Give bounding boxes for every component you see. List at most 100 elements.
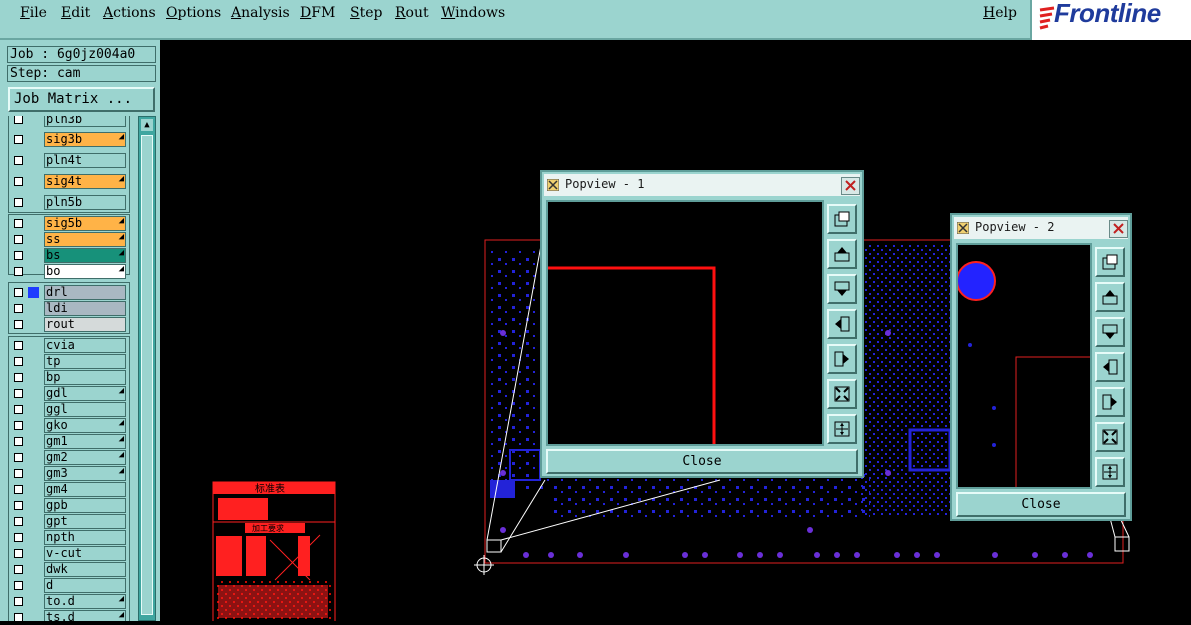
pan-down-button[interactable] bbox=[827, 274, 857, 304]
menu-dfm[interactable]: DFM bbox=[300, 5, 335, 21]
layer-row[interactable]: sig3b ◢ bbox=[8, 132, 130, 148]
layer-list-scrollbar[interactable]: ▲ bbox=[138, 116, 156, 621]
layer-row[interactable]: pln3b bbox=[8, 116, 130, 128]
layer-row[interactable]: dwk bbox=[8, 562, 130, 578]
layer-name[interactable]: gm1 bbox=[44, 434, 126, 449]
layer-name[interactable]: gko bbox=[44, 418, 126, 433]
layer-name[interactable]: tp bbox=[44, 354, 126, 369]
layer-row[interactable]: bo ◢ bbox=[8, 264, 130, 280]
layer-checkbox[interactable] bbox=[14, 453, 23, 462]
layer-row[interactable]: gm2 ◢ bbox=[8, 450, 130, 466]
menu-edit[interactable]: Edit bbox=[61, 5, 90, 21]
pan-up-button[interactable] bbox=[827, 239, 857, 269]
layer-checkbox[interactable] bbox=[14, 116, 23, 124]
layer-row[interactable]: bs ◢ bbox=[8, 248, 130, 264]
menu-options[interactable]: Options bbox=[166, 5, 221, 21]
layer-row[interactable]: ts.d ◢ bbox=[8, 610, 130, 621]
layer-checkbox[interactable] bbox=[14, 421, 23, 430]
layer-checkbox[interactable] bbox=[14, 341, 23, 350]
zoom-in-button[interactable] bbox=[827, 379, 857, 409]
layer-checkbox[interactable] bbox=[14, 437, 23, 446]
menu-windows[interactable]: Windows bbox=[441, 5, 505, 21]
layer-row[interactable]: rout bbox=[8, 317, 130, 333]
layer-name[interactable]: gpb bbox=[44, 498, 126, 513]
layer-row[interactable]: gm1 ◢ bbox=[8, 434, 130, 450]
layer-row[interactable]: to.d ◢ bbox=[8, 594, 130, 610]
popview-1-titlebar[interactable]: Popview - 1 bbox=[544, 174, 860, 196]
menu-step[interactable]: Step bbox=[350, 5, 382, 21]
layer-name[interactable]: ss bbox=[44, 232, 126, 247]
layer-row[interactable]: gm4 bbox=[8, 482, 130, 498]
layer-name[interactable]: gdl bbox=[44, 386, 126, 401]
layer-name[interactable]: gm3 bbox=[44, 466, 126, 481]
popview-2-viewport[interactable] bbox=[956, 243, 1092, 489]
layer-name[interactable]: drl bbox=[44, 285, 126, 300]
layer-row[interactable]: gm3 ◢ bbox=[8, 466, 130, 482]
layer-checkbox[interactable] bbox=[14, 320, 23, 329]
layer-name[interactable]: sig5b bbox=[44, 216, 126, 231]
popview-1-viewport[interactable] bbox=[546, 200, 824, 446]
layer-name[interactable]: ts.d bbox=[44, 610, 126, 621]
layer-row[interactable]: gpb bbox=[8, 498, 130, 514]
layer-checkbox[interactable] bbox=[14, 485, 23, 494]
layer-checkbox[interactable] bbox=[14, 177, 23, 186]
layer-row[interactable]: ggl bbox=[8, 402, 130, 418]
layer-checkbox[interactable] bbox=[14, 357, 23, 366]
layer-checkbox[interactable] bbox=[14, 565, 23, 574]
layer-checkbox[interactable] bbox=[14, 517, 23, 526]
layer-checkbox[interactable] bbox=[14, 581, 23, 590]
layer-checkbox[interactable] bbox=[14, 533, 23, 542]
layer-name[interactable]: rout bbox=[44, 317, 126, 332]
layer-row[interactable]: tp bbox=[8, 354, 130, 370]
layer-checkbox[interactable] bbox=[14, 389, 23, 398]
layer-checkbox[interactable] bbox=[14, 288, 23, 297]
menu-rout[interactable]: Rout bbox=[395, 5, 429, 21]
layer-name[interactable]: pln3b bbox=[44, 116, 126, 127]
layer-checkbox[interactable] bbox=[14, 198, 23, 207]
layer-row[interactable]: npth bbox=[8, 530, 130, 546]
layer-name[interactable]: bs bbox=[44, 248, 126, 263]
layer-name[interactable]: bp bbox=[44, 370, 126, 385]
layer-name[interactable]: gpt bbox=[44, 514, 126, 529]
zoom-out-button[interactable] bbox=[1095, 457, 1125, 487]
layer-name[interactable]: bo bbox=[44, 264, 126, 279]
layer-name[interactable]: to.d bbox=[44, 594, 126, 609]
popview-1-close-button[interactable]: Close bbox=[546, 449, 858, 474]
zoom-out-button[interactable] bbox=[827, 414, 857, 444]
layer-checkbox[interactable] bbox=[14, 304, 23, 313]
layer-checkbox[interactable] bbox=[14, 251, 23, 260]
zoom-home-button[interactable] bbox=[1095, 247, 1125, 277]
layer-checkbox[interactable] bbox=[14, 405, 23, 414]
menu-analysis[interactable]: Analysis bbox=[231, 5, 290, 21]
layer-checkbox[interactable] bbox=[14, 219, 23, 228]
zoom-in-button[interactable] bbox=[1095, 422, 1125, 452]
layer-checkbox[interactable] bbox=[14, 267, 23, 276]
pan-right-button[interactable] bbox=[827, 344, 857, 374]
layer-name[interactable]: cvia bbox=[44, 338, 126, 353]
popview-2-close-icon[interactable] bbox=[1109, 220, 1128, 238]
layer-name[interactable]: ldi bbox=[44, 301, 126, 316]
layer-name[interactable]: pln4t bbox=[44, 153, 126, 168]
layer-name[interactable]: pln5b bbox=[44, 195, 126, 210]
layer-row[interactable]: gdl ◢ bbox=[8, 386, 130, 402]
layer-checkbox[interactable] bbox=[14, 373, 23, 382]
layer-name[interactable]: d bbox=[44, 578, 126, 593]
scrollbar-thumb[interactable] bbox=[141, 135, 153, 615]
layer-checkbox[interactable] bbox=[14, 597, 23, 606]
layer-name[interactable]: dwk bbox=[44, 562, 126, 577]
layer-row[interactable]: gko ◢ bbox=[8, 418, 130, 434]
layer-name[interactable]: ggl bbox=[44, 402, 126, 417]
layer-name[interactable]: v-cut bbox=[44, 546, 126, 561]
job-matrix-button[interactable]: Job Matrix ... bbox=[8, 87, 155, 112]
layer-name[interactable]: gm4 bbox=[44, 482, 126, 497]
layer-row[interactable]: pln4t bbox=[8, 153, 130, 169]
layer-row[interactable]: v-cut bbox=[8, 546, 130, 562]
layer-row[interactable]: d bbox=[8, 578, 130, 594]
layer-checkbox[interactable] bbox=[14, 235, 23, 244]
layer-row[interactable]: cvia bbox=[8, 338, 130, 354]
popview-1-close-icon[interactable] bbox=[841, 177, 860, 195]
pan-right-button[interactable] bbox=[1095, 387, 1125, 417]
layer-name[interactable]: npth bbox=[44, 530, 126, 545]
layer-row[interactable]: ss ◢ bbox=[8, 232, 130, 248]
pan-up-button[interactable] bbox=[1095, 282, 1125, 312]
